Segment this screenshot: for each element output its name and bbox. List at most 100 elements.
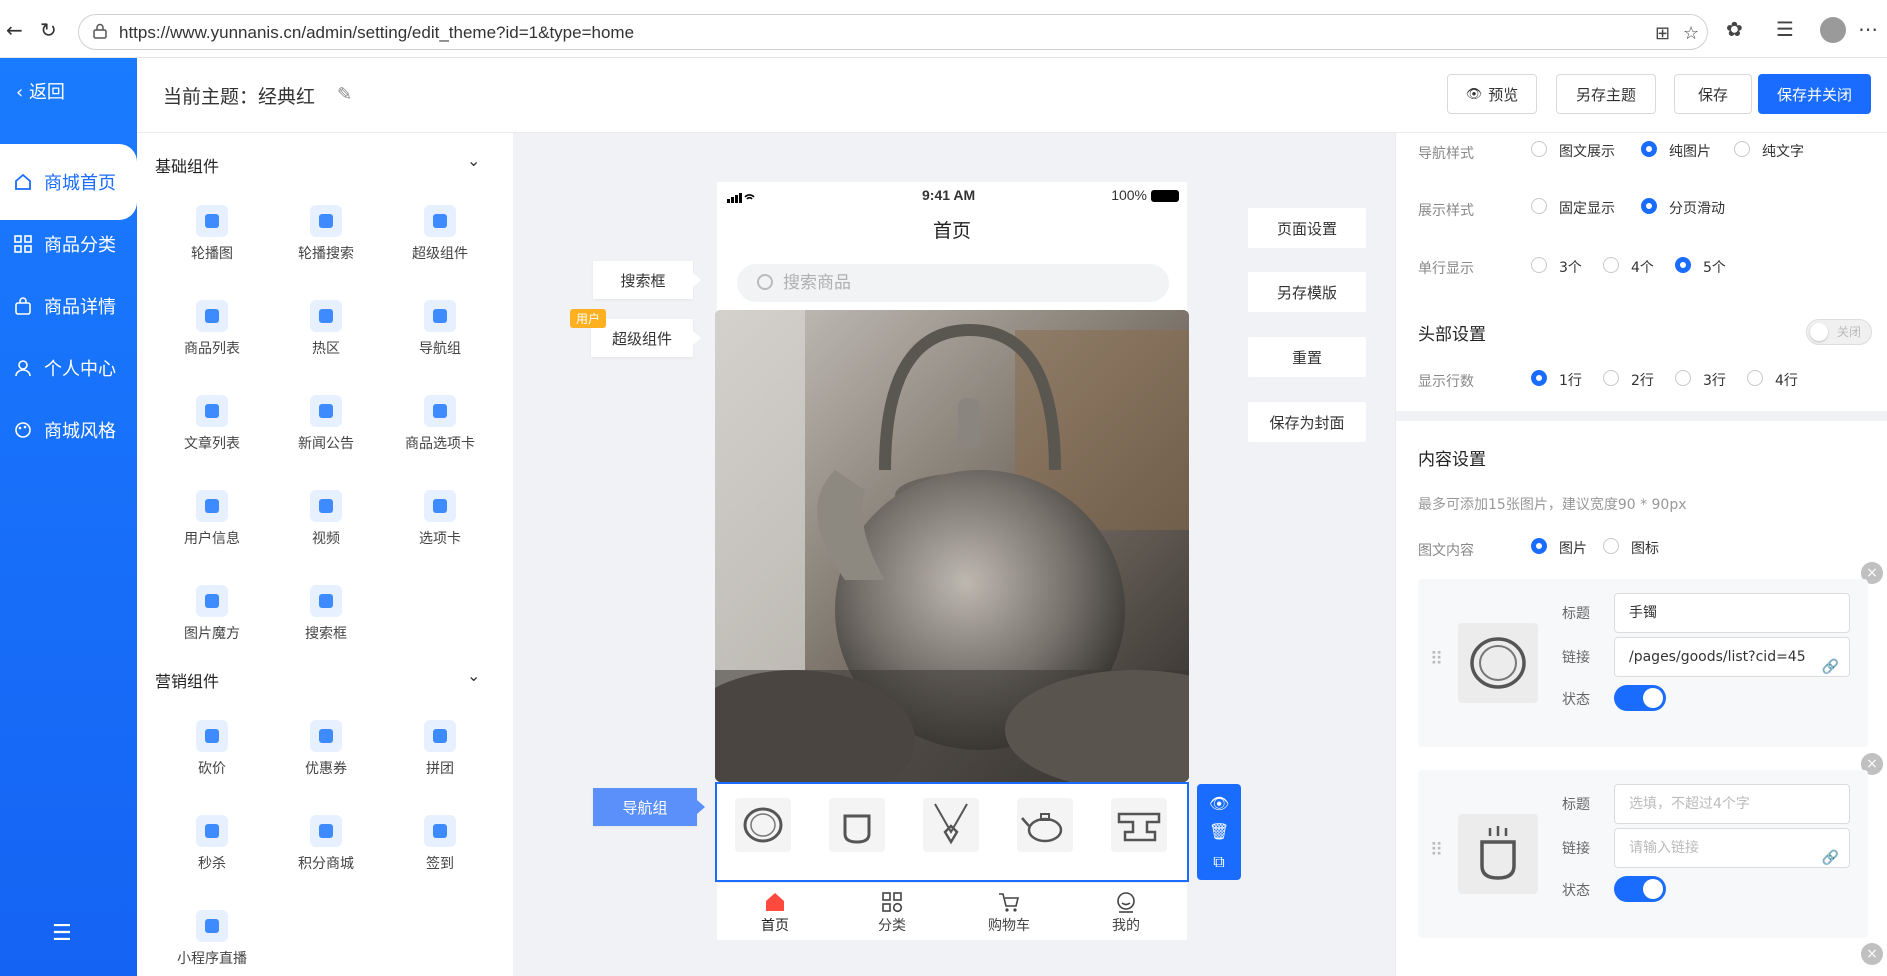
radio-rows-1[interactable]: [1603, 370, 1619, 386]
radio-nav-style-0[interactable]: [1531, 141, 1547, 157]
component-icon: [424, 395, 456, 427]
more-menu-icon[interactable]: ⋯: [1858, 17, 1878, 41]
radio-single-row-2[interactable]: [1675, 257, 1691, 273]
chevron-down-icon[interactable]: ⌄: [467, 666, 480, 685]
phone-search-box[interactable]: 搜索商品: [737, 264, 1169, 302]
browser-toolbar: ← ↻ https://www.yunnanis.cn/admin/settin…: [0, 0, 1887, 58]
component-basic-12[interactable]: 图片魔方: [157, 585, 267, 665]
label-search-box[interactable]: 搜索框: [593, 261, 701, 299]
back-arrow-icon[interactable]: ←: [6, 18, 23, 42]
status-switch[interactable]: [1614, 876, 1666, 902]
component-marketing-2[interactable]: 拼团: [385, 720, 495, 800]
link-icon[interactable]: 🔗: [1822, 839, 1839, 877]
component-basic-11[interactable]: 选项卡: [385, 490, 495, 570]
link-input[interactable]: 请输入链接 🔗: [1614, 828, 1850, 868]
user-icon: [12, 357, 34, 379]
remove-item-button[interactable]: ×: [1861, 943, 1883, 965]
sidebar-item-style[interactable]: 商城风格: [0, 392, 137, 468]
component-basic-10[interactable]: 视频: [271, 490, 381, 570]
reset-button[interactable]: 重置: [1248, 337, 1366, 377]
link-label: 链接: [1562, 650, 1590, 666]
nav-group-block[interactable]: [715, 782, 1189, 882]
component-label: 轮播图: [191, 246, 233, 262]
radio-content-type-0[interactable]: [1531, 538, 1547, 554]
header-toggle[interactable]: 关闭: [1806, 319, 1872, 345]
component-basic-4[interactable]: 热区: [271, 300, 381, 380]
save-as-theme-button[interactable]: 另存主题: [1556, 74, 1656, 114]
component-marketing-6[interactable]: 小程序直播: [157, 910, 267, 976]
page-settings-button[interactable]: 页面设置: [1248, 208, 1366, 248]
eye-icon[interactable]: 👁: [1209, 794, 1229, 813]
status-time: 9:41 AM: [922, 187, 976, 203]
link-icon[interactable]: 🔗: [1822, 648, 1839, 686]
component-basic-1[interactable]: 轮播搜索: [271, 205, 381, 285]
tab-cart[interactable]: 购物车: [969, 891, 1049, 935]
title-input[interactable]: 手镯: [1614, 593, 1850, 633]
component-basic-2[interactable]: 超级组件: [385, 205, 495, 285]
edit-pencil-icon[interactable]: ✎: [337, 84, 352, 105]
component-basic-13[interactable]: 搜索框: [271, 585, 381, 665]
banner-image[interactable]: [715, 310, 1189, 782]
item-thumbnail[interactable]: [1458, 814, 1538, 894]
tab-category[interactable]: 分类: [852, 891, 932, 935]
favorites-icon[interactable]: ☰: [1776, 17, 1794, 41]
admin-sidebar: ‹ 返回 商城首页 商品分类 商品详情 个人中心 商城风格 ☰: [0, 58, 137, 976]
component-label: 用户信息: [184, 531, 240, 547]
radio-nav-style-1[interactable]: [1641, 141, 1657, 157]
component-marketing-5[interactable]: 签到: [385, 815, 495, 895]
radio-rows-2[interactable]: [1675, 370, 1691, 386]
block-actions: 👁 🗑 ⧉: [1197, 784, 1241, 880]
trash-icon[interactable]: 🗑: [1209, 822, 1229, 841]
save-template-button[interactable]: 另存模版: [1248, 272, 1366, 312]
back-link[interactable]: ‹ 返回: [16, 78, 65, 104]
component-marketing-3[interactable]: 秒杀: [157, 815, 267, 895]
component-marketing-4[interactable]: 积分商城: [271, 815, 381, 895]
component-icon: [310, 585, 342, 617]
url-text[interactable]: https://www.yunnanis.cn/admin/setting/ed…: [119, 23, 634, 43]
radio-single-row-0[interactable]: [1531, 257, 1547, 273]
title-input[interactable]: 选填，不超过4个字: [1614, 784, 1850, 824]
radio-content-type-1[interactable]: [1603, 538, 1619, 554]
component-basic-9[interactable]: 用户信息: [157, 490, 267, 570]
radio-label: 图片: [1559, 541, 1587, 557]
radio-display-style-1[interactable]: [1641, 198, 1657, 214]
component-basic-7[interactable]: 新闻公告: [271, 395, 381, 475]
radio-display-style-0[interactable]: [1531, 198, 1547, 214]
save-button[interactable]: 保存: [1674, 74, 1752, 114]
radio-rows-3[interactable]: [1747, 370, 1763, 386]
component-marketing-0[interactable]: 砍价: [157, 720, 267, 800]
component-marketing-1[interactable]: 优惠券: [271, 720, 381, 800]
tab-home[interactable]: 首页: [735, 891, 815, 935]
component-basic-3[interactable]: 商品列表: [157, 300, 267, 380]
label-super-component[interactable]: 超级组件: [591, 319, 701, 357]
component-basic-6[interactable]: 文章列表: [157, 395, 267, 475]
copy-icon[interactable]: ⧉: [1209, 852, 1229, 871]
link-input[interactable]: /pages/goods/list?cid=45 🔗: [1614, 637, 1850, 677]
radio-nav-style-2[interactable]: [1734, 141, 1750, 157]
component-basic-8[interactable]: 商品选项卡: [385, 395, 495, 475]
save-cover-button[interactable]: 保存为封面: [1248, 402, 1366, 442]
component-label: 砍价: [198, 761, 226, 777]
preview-button[interactable]: 👁 预览: [1447, 74, 1537, 114]
component-label: 商品选项卡: [405, 436, 475, 452]
radio-single-row-1[interactable]: [1603, 257, 1619, 273]
status-switch[interactable]: [1614, 685, 1666, 711]
label-nav-group[interactable]: 导航组: [593, 788, 705, 826]
tab-mine[interactable]: 我的: [1086, 891, 1166, 935]
chevron-down-icon[interactable]: ⌄: [467, 151, 480, 170]
app-available-icon[interactable]: ⊞: [1655, 23, 1670, 44]
drag-handle-icon[interactable]: ⠿: [1430, 649, 1443, 670]
collapse-menu-icon[interactable]: ☰: [52, 921, 72, 946]
favorite-star-icon[interactable]: ☆: [1683, 23, 1699, 44]
radio-rows-0[interactable]: [1531, 370, 1547, 386]
address-bar[interactable]: https://www.yunnanis.cn/admin/setting/ed…: [78, 14, 1708, 50]
search-placeholder: 搜索商品: [783, 273, 851, 293]
item-thumbnail[interactable]: [1458, 623, 1538, 703]
save-close-button[interactable]: 保存并关闭: [1758, 74, 1871, 114]
extensions-icon[interactable]: ✿: [1726, 17, 1743, 41]
profile-avatar[interactable]: [1820, 17, 1846, 43]
component-basic-0[interactable]: 轮播图: [157, 205, 267, 285]
drag-handle-icon[interactable]: ⠿: [1430, 840, 1443, 861]
reload-icon[interactable]: ↻: [40, 18, 57, 42]
component-basic-5[interactable]: 导航组: [385, 300, 495, 380]
